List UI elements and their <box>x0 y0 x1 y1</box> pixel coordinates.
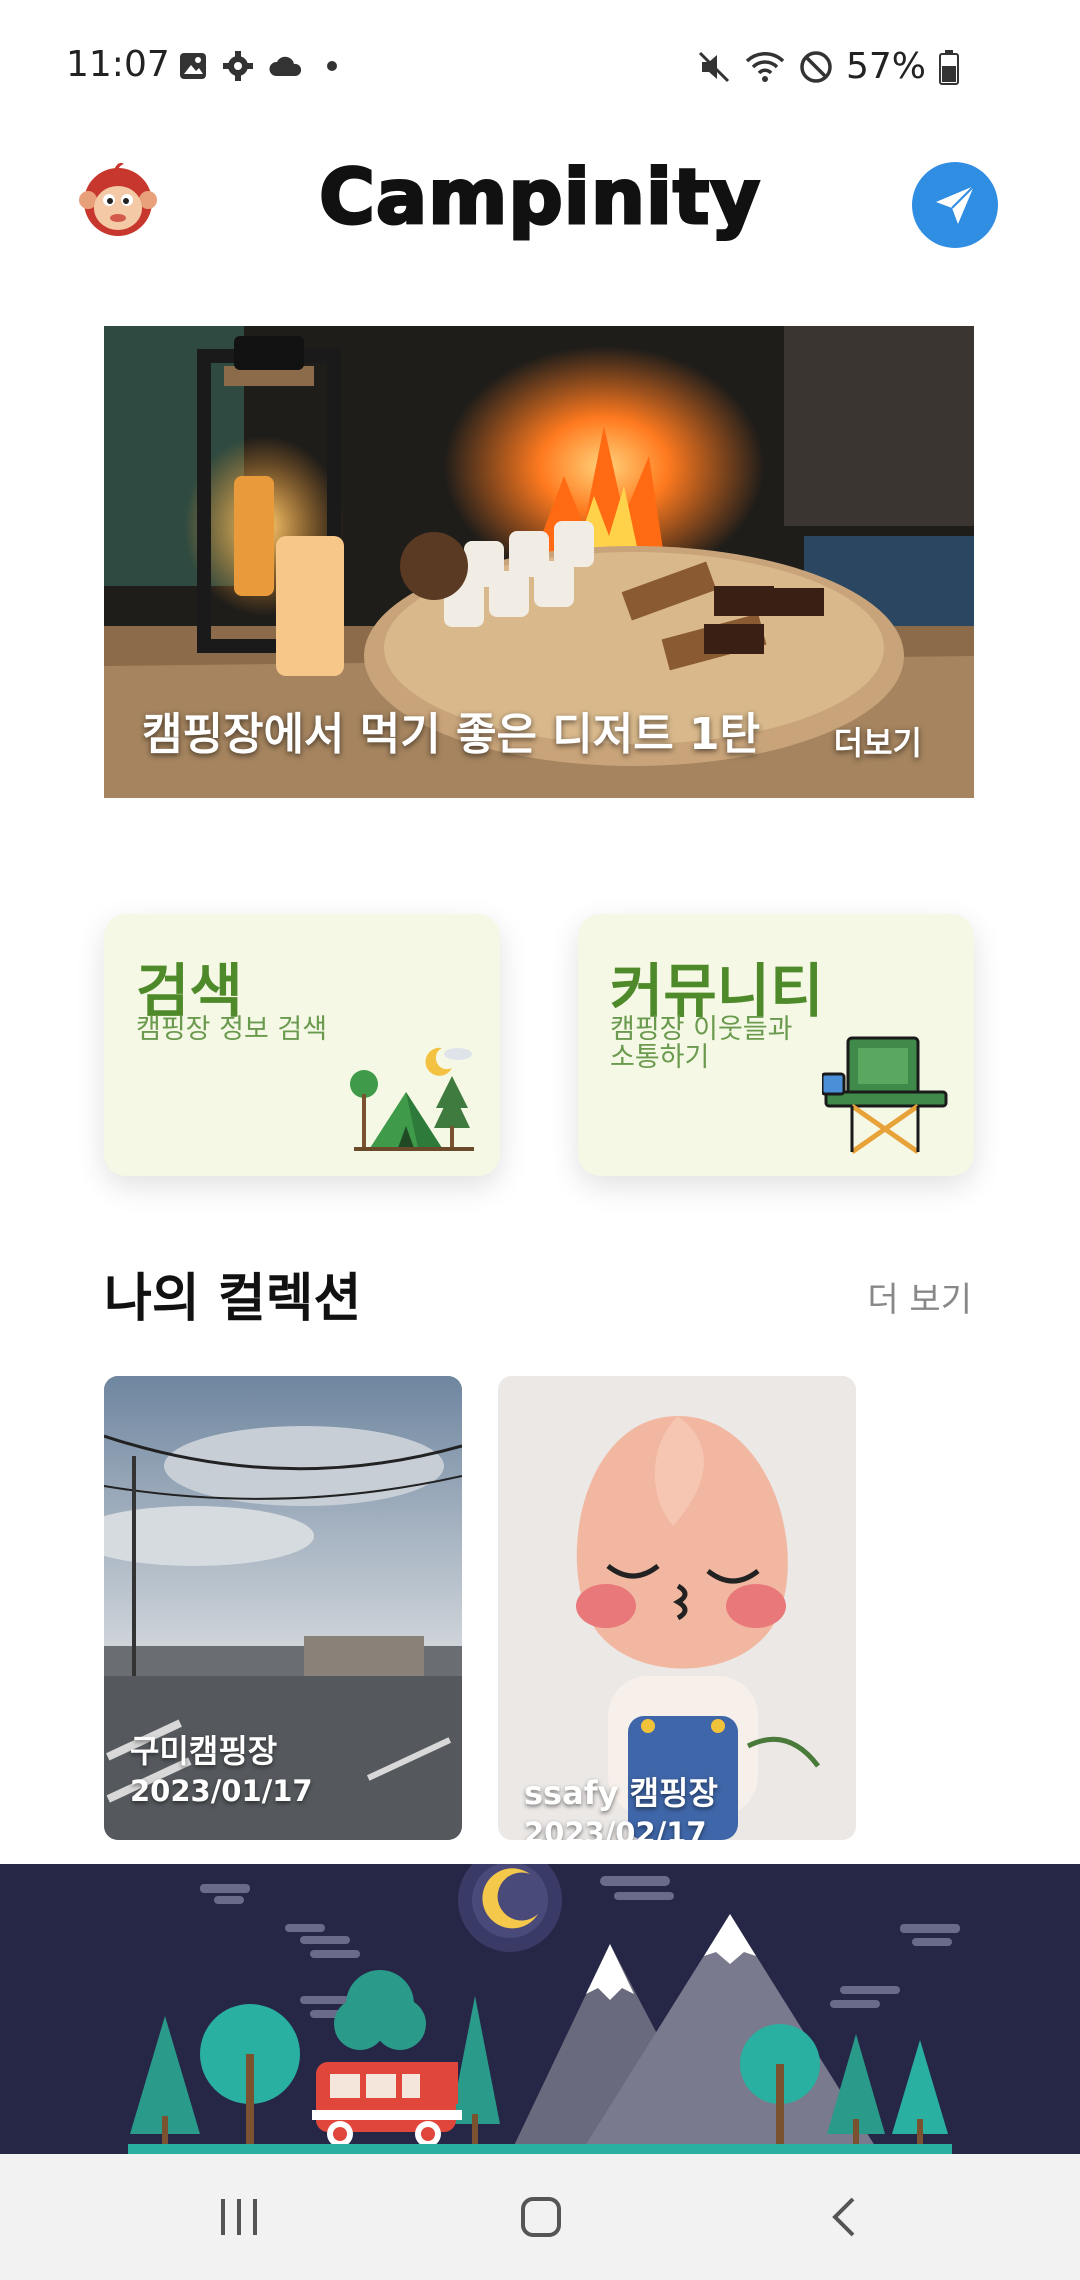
status-time: 11:07 <box>66 44 170 85</box>
collection-card-name: ssafy 캠핑장 <box>524 1774 718 1812</box>
collection-card[interactable]: ssafy 캠핑장 2023/02/17 <box>498 1376 856 1840</box>
hero-more-link[interactable]: 더보기 <box>834 718 922 764</box>
community-subtitle-line1: 캠핑장 이웃들과 <box>610 1014 793 1045</box>
collection-card-name: 구미캠핑장 <box>130 1732 278 1770</box>
search-card-subtitle: 캠핑장 정보 검색 <box>136 1014 328 1045</box>
paper-plane-icon <box>936 185 975 224</box>
tent-camp-icon <box>350 1047 474 1151</box>
search-card[interactable]: 검색 캠핑장 정보 검색 <box>104 914 500 1176</box>
community-card[interactable]: 커뮤니티 캠핑장 이웃들과 소통하기 <box>578 914 974 1176</box>
hero-title: 캠핑장에서 먹기 좋은 디저트 1탄 <box>142 709 761 760</box>
collection-more-link[interactable]: 더 보기 <box>867 1272 972 1321</box>
status-bar: 11:07 57% <box>0 0 1080 130</box>
hero-banner[interactable]: 캠핑장에서 먹기 좋은 디저트 1탄 더보기 <box>104 326 974 798</box>
collection-card-date: 2023/02/17 <box>524 1816 707 1840</box>
settings-icon <box>223 51 253 81</box>
night-camping-scenery <box>0 1864 1080 2154</box>
battery-icon <box>939 49 959 85</box>
do-not-disturb-icon <box>800 50 832 83</box>
back-icon <box>832 2197 855 2237</box>
collection-title: 나의 컬렉션 <box>104 1269 362 1329</box>
mute-icon <box>698 51 730 82</box>
wifi-icon <box>745 51 785 82</box>
community-subtitle-line2: 소통하기 <box>610 1042 710 1073</box>
system-nav-bar <box>0 2154 1080 2280</box>
collection-card[interactable]: 구미캠핑장 2023/01/17 <box>104 1376 462 1840</box>
recent-apps-icon <box>221 2199 257 2235</box>
camping-chair-icon <box>822 1036 948 1155</box>
back-button[interactable] <box>800 2182 890 2252</box>
dot-icon <box>327 61 337 71</box>
home-button[interactable] <box>496 2182 586 2252</box>
status-left-icons <box>178 50 346 82</box>
collection-card-date: 2023/01/17 <box>130 1774 313 1808</box>
recent-apps-button[interactable] <box>194 2182 284 2252</box>
battery-percent: 57% <box>845 46 926 87</box>
send-button[interactable] <box>912 162 998 248</box>
status-right-icons: 57% <box>696 46 960 87</box>
home-icon <box>521 2197 561 2237</box>
community-card-subtitle: 캠핑장 이웃들과 소통하기 <box>610 1016 792 1072</box>
gallery-icon <box>180 53 206 79</box>
cloud-icon <box>269 56 302 76</box>
